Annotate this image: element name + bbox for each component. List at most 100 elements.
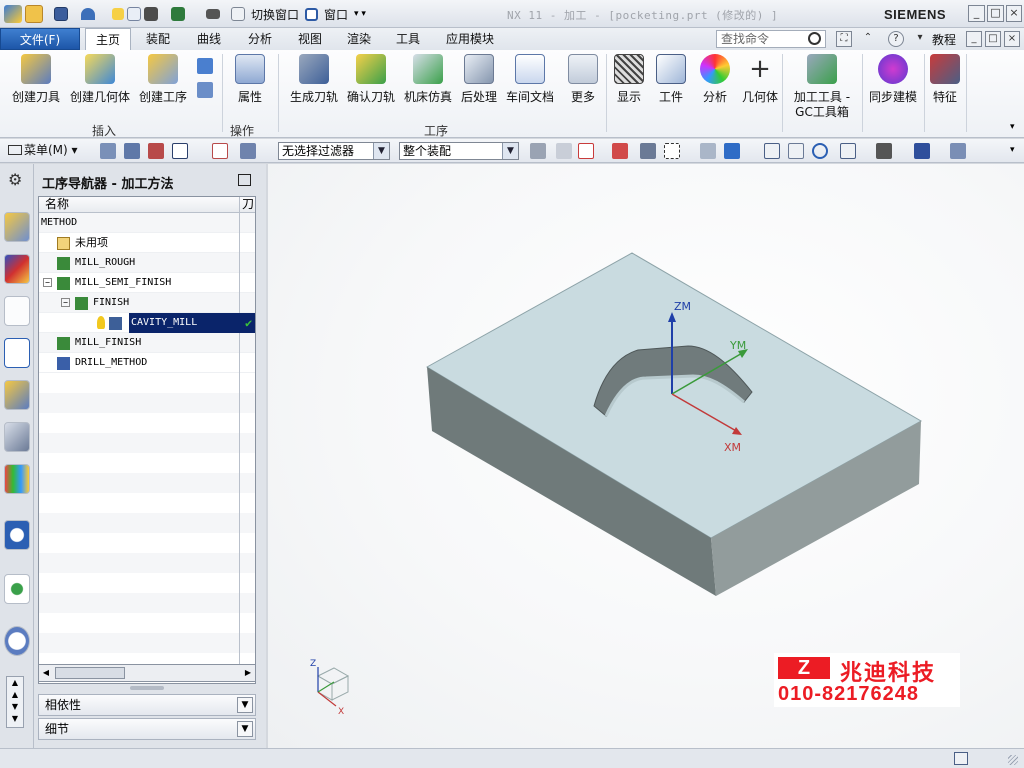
collapse-icon[interactable]: − [61,298,70,307]
tab-analysis[interactable]: 分析 [240,28,280,50]
column-header-name[interactable]: 名称 [45,197,69,211]
file-menu-button[interactable]: 文件(F) [0,28,80,50]
column-header-tool[interactable]: 刀 [239,197,255,213]
create-operation-button[interactable]: 创建工序 [137,54,189,105]
tab-home[interactable]: 主页 [85,28,131,50]
postprocess-button[interactable]: 后处理 [458,54,500,105]
geometry-view-icon[interactable] [240,143,256,159]
tree-row-cavity-mill[interactable]: CAVITY_MILL ✔ [39,313,255,333]
doc-restore-button[interactable]: □ [985,31,1001,47]
search-icon[interactable] [808,32,821,45]
end-point-icon[interactable] [148,143,164,159]
dependencies-section[interactable]: 相依性 ▼ [38,694,256,716]
rotate-icon[interactable] [812,143,828,159]
details-section[interactable]: 细节 ▼ [38,718,256,740]
shop-doc-button[interactable]: 车间文档 [504,54,556,105]
resource-bar-scroll[interactable]: ▲ ▲ ▼ ▼ [6,676,24,728]
feature-button[interactable]: 特征 [928,54,962,105]
small-tool-icon[interactable] [197,58,213,74]
create-geometry-button[interactable]: 创建几何体 [68,54,132,105]
web-browser-tab[interactable] [4,574,30,604]
machine-tool-navigator-tab[interactable] [4,380,30,410]
reuse-library-tab[interactable] [4,464,30,494]
gear-icon[interactable] [530,143,546,159]
nx-logo-icon[interactable] [4,5,22,23]
save-icon[interactable] [54,7,68,21]
work-layer-icon[interactable] [950,143,966,159]
graphics-window[interactable]: ZM YM XM Z X Z 兆迪科技 010-82176248 [268,164,1024,748]
render-style-icon[interactable] [876,143,892,159]
create-tool-button[interactable]: 创建刀具 [10,54,62,105]
tree-row-unused[interactable]: 未用项 [39,233,255,253]
scroll-left-icon[interactable]: ◀ [39,665,53,681]
tree-row-mill-rough[interactable]: MILL_ROUGH [39,253,255,273]
menu-button[interactable]: 菜单(M) ▾ [8,141,78,158]
tutorial-link[interactable]: 教程 [932,31,956,48]
restore-button[interactable]: □ [987,5,1004,22]
panel-splitter[interactable] [130,686,164,690]
snap-icon[interactable] [100,143,116,159]
tab-tools[interactable]: 工具 [388,28,428,50]
select-all-icon[interactable] [578,143,594,159]
small-method-icon[interactable] [197,82,213,98]
status-icon[interactable] [954,752,968,765]
tree-row-mill-finish[interactable]: MILL_FINISH [39,333,255,353]
chevron-down-icon[interactable]: ▾ ▾ [354,9,366,19]
assembly-scope-select[interactable]: 整个装配 ▼ [399,142,519,160]
workpiece-button[interactable]: 工件 [654,54,688,105]
properties-button[interactable]: 属性 [230,54,270,105]
switch-window-icon[interactable] [231,7,245,21]
undo-icon[interactable] [81,8,95,20]
zoom-icon[interactable] [788,143,804,159]
open-icon[interactable] [25,5,43,23]
switch-window-button[interactable]: 切换窗口 [248,6,302,23]
repeat-command-icon[interactable] [171,7,185,21]
machine-sim-button[interactable]: 机床仿真 [402,54,454,105]
minimize-button[interactable]: _ [968,5,985,22]
doc-close-button[interactable]: × [1004,31,1020,47]
assembly-navigator-tab[interactable] [4,212,30,242]
window-menu-button[interactable]: 窗口 [321,6,351,23]
method-view-icon[interactable] [212,143,228,159]
touch-mode-icon[interactable] [206,9,220,19]
show-hide-icon[interactable] [700,143,716,159]
scroll-thumb[interactable] [55,667,125,679]
edit-section-icon[interactable] [914,143,930,159]
tree-row-mill-semi-finish[interactable]: − MILL_SEMI_FINISH [39,273,255,293]
tab-view[interactable]: 视图 [290,28,330,50]
history-tab[interactable] [4,626,30,656]
tree-row-finish[interactable]: − FINISH [39,293,255,313]
orient-view-icon[interactable] [840,143,856,159]
fit-icon[interactable] [764,143,780,159]
more-button[interactable]: 更多 [566,54,600,105]
part-navigator-tab[interactable] [4,296,30,326]
selection-filter-select[interactable]: 无选择过滤器 ▼ [278,142,390,160]
point-snap-icon[interactable] [124,143,140,159]
navigator-toggle-icon[interactable] [172,143,188,159]
display-button[interactable]: 显示 [612,54,646,105]
window-icon[interactable] [305,7,319,21]
help-icon[interactable]: ? [888,31,904,47]
paste-icon[interactable] [144,7,158,21]
machining-tools-button[interactable]: 加工工具 - GC工具箱 [786,54,858,120]
tab-render[interactable]: 渲染 [339,28,379,50]
cut-icon[interactable] [112,8,124,20]
gear-icon[interactable]: ⚙ [8,170,22,189]
machining-feature-navigator-tab[interactable] [4,422,30,452]
maximize-icon[interactable] [238,174,251,186]
cube-view-icon[interactable] [724,143,740,159]
full-screen-icon[interactable]: ⛶ [836,31,852,47]
chevron-down-icon[interactable]: ▾ [912,31,928,47]
snap-point-icon[interactable] [612,143,628,159]
tree-row-drill-method[interactable]: DRILL_METHOD [39,353,255,373]
collapse-icon[interactable]: − [43,278,52,287]
chevron-down-icon[interactable]: ▾ [1010,145,1015,155]
tree-row-method[interactable]: METHOD [39,213,255,233]
generate-path-button[interactable]: 生成刀轨 [288,54,340,105]
sync-modeling-button[interactable]: 同步建模 [866,54,920,105]
operation-navigator-tab[interactable] [4,338,30,368]
close-button[interactable]: × [1006,5,1022,22]
collapse-ribbon-icon[interactable]: ⌃ [860,31,876,47]
tab-application[interactable]: 应用模块 [440,28,500,50]
analysis-button[interactable]: 分析 [698,54,732,105]
